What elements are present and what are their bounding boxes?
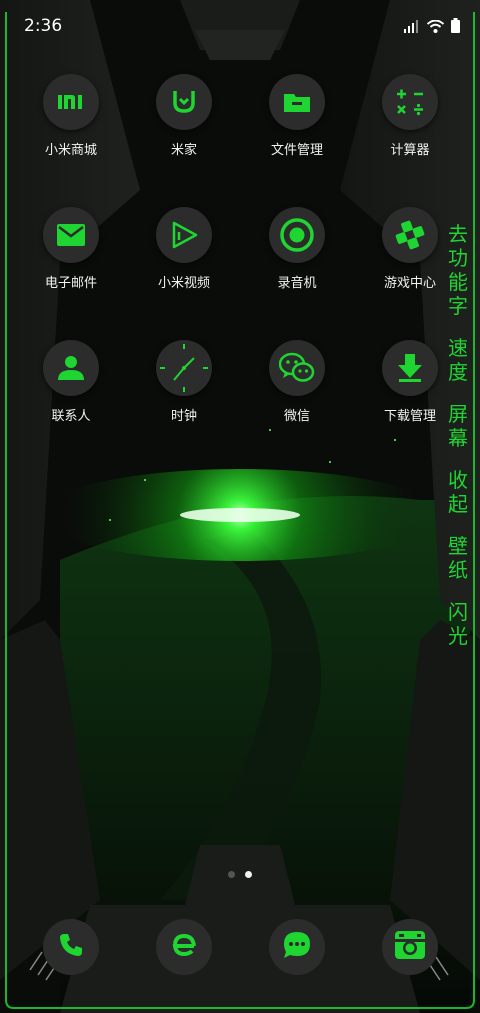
play-icon: [156, 207, 212, 263]
app-label: 计算器: [390, 143, 430, 158]
side-item-wallpaper[interactable]: 壁 纸: [444, 534, 472, 582]
app-contacts[interactable]: 联系人: [15, 340, 127, 424]
dock-phone[interactable]: [43, 919, 99, 975]
app-label: 小米视频: [157, 276, 210, 291]
contact-icon: [43, 340, 99, 396]
app-label: 录音机: [277, 276, 317, 291]
side-char: 壁: [448, 534, 468, 558]
app-clock[interactable]: 时钟: [128, 340, 240, 424]
app-label: 微信: [283, 409, 310, 424]
status-bar: 2:36: [0, 0, 480, 52]
side-char: 速: [448, 336, 468, 360]
camera-icon: [394, 930, 426, 964]
app-file-manager[interactable]: 文件管理: [241, 74, 353, 158]
dock-messages[interactable]: [269, 919, 325, 975]
app-recorder[interactable]: 录音机: [241, 207, 353, 291]
mail-icon: [43, 207, 99, 263]
wechat-icon: [269, 340, 325, 396]
app-label: 电子邮件: [44, 276, 97, 291]
status-icons: [404, 18, 460, 37]
dock-camera[interactable]: [382, 919, 438, 975]
mijia-icon: [156, 74, 212, 130]
side-item-screen[interactable]: 屏 幕: [444, 402, 472, 450]
side-char: 起: [448, 492, 468, 516]
app-mi-store[interactable]: 小米商城: [15, 74, 127, 158]
app-mi-video[interactable]: 小米视频: [128, 207, 240, 291]
recorder-icon: [269, 207, 325, 263]
folder-icon: [269, 74, 325, 130]
side-char: 闪: [448, 600, 468, 624]
app-wechat[interactable]: 微信: [241, 340, 353, 424]
app-label: 小米商城: [44, 143, 97, 158]
gamepad-icon: [382, 207, 438, 263]
clock-icon: [156, 340, 212, 396]
browser-icon: [169, 930, 199, 964]
page-indicator: [0, 871, 480, 878]
side-char: 纸: [448, 558, 468, 582]
side-function-strip: 去 功 能 字 速 度 屏 幕 收 起 壁 纸 闪 光: [444, 222, 472, 666]
signal-icon: [404, 18, 420, 37]
side-char: 光: [448, 624, 468, 648]
app-calculator[interactable]: 计算器: [354, 74, 466, 158]
side-item-collapse[interactable]: 收 起: [444, 468, 472, 516]
calculator-icon: [382, 74, 438, 130]
app-label: 联系人: [51, 409, 91, 424]
app-label: 时钟: [170, 409, 197, 424]
side-char: 收: [448, 468, 468, 492]
battery-icon: [451, 18, 460, 37]
side-char: 度: [448, 360, 468, 384]
side-char: 功: [448, 246, 468, 270]
app-label: 文件管理: [270, 143, 323, 158]
dock-browser[interactable]: [156, 919, 212, 975]
side-item-speed[interactable]: 速 度: [444, 336, 472, 384]
app-email[interactable]: 电子邮件: [15, 207, 127, 291]
phone-icon: [58, 932, 84, 962]
status-time: 2:36: [24, 16, 63, 36]
side-char: 字: [448, 294, 468, 318]
messages-icon: [282, 930, 312, 964]
side-char: 幕: [448, 426, 468, 450]
side-item-remove-text[interactable]: 去 功 能 字: [444, 222, 472, 318]
wifi-icon: [426, 18, 445, 37]
mi-store-icon: [43, 74, 99, 130]
side-char: 屏: [448, 402, 468, 426]
page-dot[interactable]: [228, 871, 235, 878]
side-char: 去: [448, 222, 468, 246]
app-label: 米家: [170, 143, 197, 158]
download-icon: [382, 340, 438, 396]
side-item-flash[interactable]: 闪 光: [444, 600, 472, 648]
page-dot-active[interactable]: [245, 871, 252, 878]
app-mijia[interactable]: 米家: [128, 74, 240, 158]
side-char: 能: [448, 270, 468, 294]
